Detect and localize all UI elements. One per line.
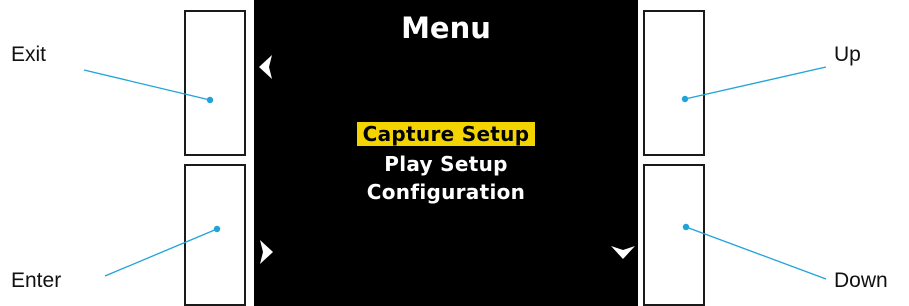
- chevron-left-icon: [259, 55, 272, 79]
- chevron-down-icon: [611, 246, 635, 259]
- chevron-right-icon: [260, 240, 273, 264]
- menu-list: Capture Setup Play Setup Configuration: [254, 120, 638, 206]
- exit-button[interactable]: [184, 10, 246, 156]
- menu-item-configuration[interactable]: Configuration: [254, 178, 638, 206]
- display-screen: Menu Capture Setup Play Setup Configurat…: [254, 0, 638, 306]
- up-label: Up: [834, 43, 861, 66]
- exit-label: Exit: [11, 43, 47, 66]
- down-label: Down: [834, 269, 888, 292]
- screen-title: Menu: [401, 11, 491, 45]
- menu-item-capture-setup[interactable]: Capture Setup: [254, 120, 638, 150]
- enter-label: Enter: [11, 269, 62, 292]
- menu-item-play-setup[interactable]: Play Setup: [254, 150, 638, 178]
- down-button[interactable]: [643, 164, 705, 306]
- enter-button[interactable]: [184, 164, 246, 306]
- up-button[interactable]: [643, 10, 705, 156]
